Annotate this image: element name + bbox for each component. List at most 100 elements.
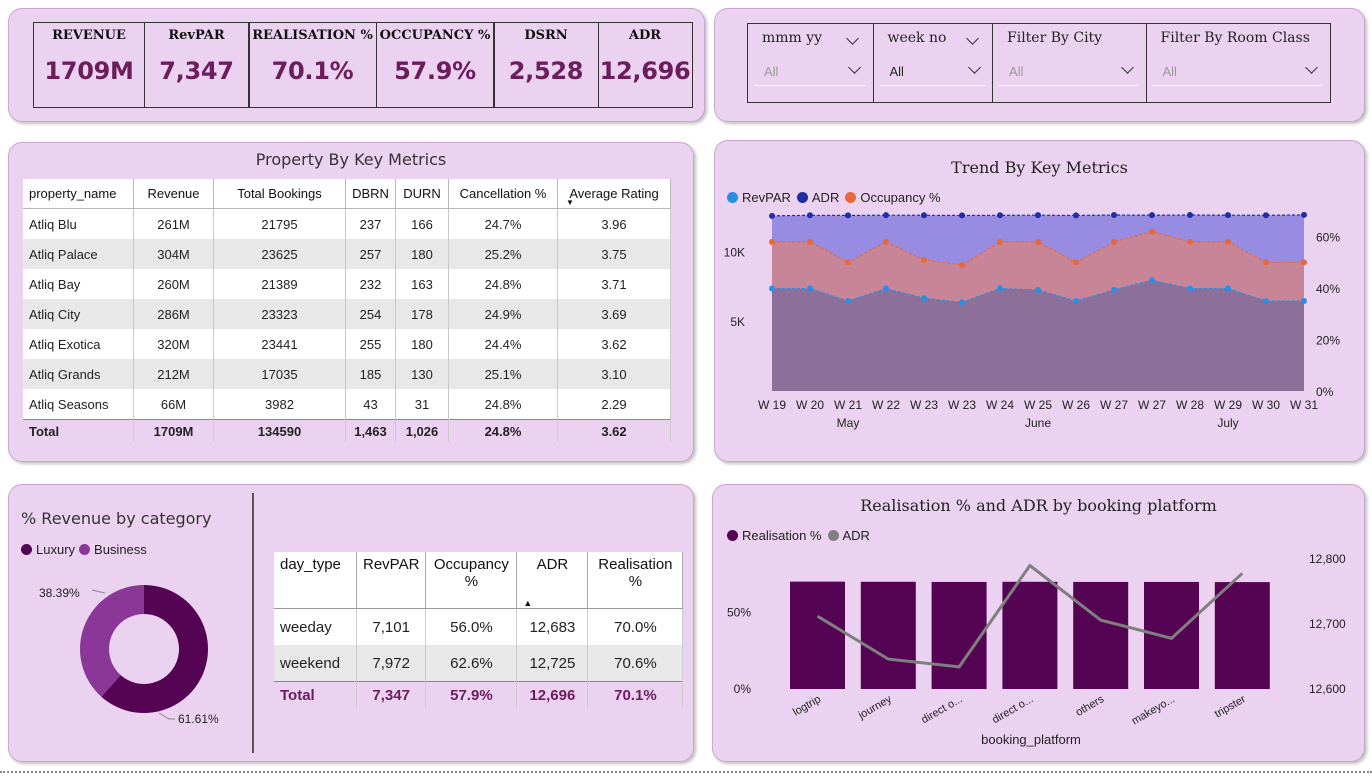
table-row[interactable]: Atliq Blu 261M 21795 237 166 24.7% 3.96 xyxy=(23,208,671,239)
table-cell: weeday xyxy=(274,608,357,645)
kpi-dsrn-card: DSRN 2,528 xyxy=(493,22,599,108)
column-header[interactable]: Revenue xyxy=(133,179,214,209)
data-point xyxy=(1301,298,1307,304)
filter-month-select[interactable]: All xyxy=(754,56,865,86)
table-row[interactable]: Atliq Bay 260M 21389 232 163 24.8% 3.71 xyxy=(23,269,671,299)
filter-week-select[interactable]: All xyxy=(879,56,985,86)
x-tick-label: direct o... xyxy=(990,693,1035,726)
chevron-down-icon[interactable] xyxy=(848,61,861,74)
x-tick-label: W 22 xyxy=(872,398,900,412)
filter-title: mmm yy xyxy=(762,30,823,46)
data-point xyxy=(1225,212,1231,219)
filter-row: mmm yy All week no All Filter By City Al… xyxy=(747,23,1331,103)
data-point xyxy=(997,285,1003,292)
x-tick-label: W 25 xyxy=(1024,398,1052,412)
chevron-down-icon[interactable] xyxy=(1121,61,1134,74)
column-header[interactable]: day_type xyxy=(274,552,357,609)
data-point xyxy=(845,298,851,304)
column-header[interactable]: Total Bookings xyxy=(213,179,346,209)
filter-room-class-select[interactable]: All xyxy=(1152,56,1322,86)
table-cell: Total xyxy=(23,419,134,442)
table-cell: 23625 xyxy=(213,239,346,269)
data-point xyxy=(1187,238,1193,245)
data-point xyxy=(1301,259,1307,266)
x-month-label: June xyxy=(1025,416,1051,430)
column-header[interactable]: Average Rating ▼ xyxy=(557,179,671,209)
table-cell: 237 xyxy=(345,208,396,239)
kpi-label: REALISATION % xyxy=(252,28,373,43)
data-point xyxy=(807,238,813,245)
bar-2 xyxy=(931,581,987,689)
table-cell: weekend xyxy=(274,645,357,682)
chevron-down-icon[interactable] xyxy=(1304,61,1318,74)
x-tick-label: W 28 xyxy=(1176,398,1204,412)
y2-tick-label: 12,600 xyxy=(1309,682,1346,696)
sort-asc-icon[interactable]: ▲ xyxy=(523,598,532,608)
table-cell: 70.1% xyxy=(587,681,684,708)
column-header[interactable]: property_name xyxy=(23,179,134,209)
filter-city-select[interactable]: All xyxy=(999,56,1138,86)
column-header[interactable]: Realisation % xyxy=(587,552,684,609)
kpi-label: REVENUE xyxy=(52,28,126,43)
table-cell: 3.10 xyxy=(557,359,671,389)
chevron-down-icon[interactable] xyxy=(846,32,859,45)
table-cell: 12,683 xyxy=(516,608,589,645)
data-point xyxy=(959,299,965,306)
table-cell: Atliq Palace xyxy=(23,239,134,269)
data-point xyxy=(997,212,1003,219)
x-tick-label: W 29 xyxy=(1214,398,1242,412)
bar-0 xyxy=(790,581,845,689)
table-cell: 24.8% xyxy=(448,419,558,442)
table-cell: 23441 xyxy=(213,329,346,359)
data-point xyxy=(921,256,927,263)
table-row[interactable]: Atliq Grands 212M 17035 185 130 25.1% 3.10 xyxy=(23,359,671,389)
table-cell: 21389 xyxy=(213,269,346,299)
column-header[interactable]: Occupancy % xyxy=(425,552,518,609)
category-title: % Revenue by category xyxy=(21,509,212,528)
filter-week[interactable]: week no All xyxy=(872,23,994,103)
data-point xyxy=(921,212,927,219)
chevron-down-icon[interactable] xyxy=(965,32,979,45)
data-point xyxy=(1035,212,1041,219)
y2-tick-label: 60% xyxy=(1316,231,1340,245)
data-point xyxy=(1263,212,1269,219)
table-cell: 1,026 xyxy=(395,419,449,442)
sort-desc-icon[interactable]: ▼ xyxy=(566,198,574,207)
table-row[interactable]: Atliq Palace 304M 23625 257 180 25.2% 3.75 xyxy=(23,239,671,269)
table-row[interactable]: Atliq City 286M 23323 254 178 24.9% 3.69 xyxy=(23,299,671,329)
leader-line xyxy=(91,589,106,594)
table-cell: 3982 xyxy=(213,389,346,420)
table-cell: 31 xyxy=(395,389,449,420)
data-point xyxy=(807,285,813,292)
table-row[interactable]: Atliq Seasons 66M 3982 43 31 24.8% 2.29 xyxy=(23,389,671,420)
chevron-down-icon[interactable] xyxy=(967,61,981,74)
column-header[interactable]: RevPAR xyxy=(356,552,427,609)
daytype-table: day_type RevPAR Occupancy % ADR ▲ Realis… xyxy=(274,552,684,708)
data-point xyxy=(1111,286,1117,293)
table-cell: 260M xyxy=(133,269,214,299)
kpi-value: 12,696 xyxy=(599,57,691,85)
vertical-divider xyxy=(252,493,254,753)
column-header[interactable]: Cancellation % xyxy=(448,179,558,209)
column-header[interactable]: DURN xyxy=(395,179,449,209)
table-row[interactable]: weeday 7,101 56.0% 12,683 70.0% xyxy=(274,608,684,645)
trend-chart: 10K 5K 60% 40% 20% 0% W 19 W 20 W 21 W 22 W 23 W 23… xyxy=(724,211,1340,430)
filter-month[interactable]: mmm yy All xyxy=(747,23,874,103)
column-header-label: ADR xyxy=(536,556,569,573)
table-cell: 25.1% xyxy=(448,359,558,389)
filter-city[interactable]: Filter By City All xyxy=(992,23,1147,103)
table-row[interactable]: weekend 7,972 62.6% 12,725 70.6% xyxy=(274,645,684,682)
column-header[interactable]: DBRN xyxy=(345,179,396,209)
filter-room-class[interactable]: Filter By Room Class All xyxy=(1145,23,1331,103)
kpi-label: DSRN xyxy=(524,28,568,43)
data-point xyxy=(1225,285,1231,292)
table-total-row: Total 7,347 57.9% 12,696 70.1% xyxy=(274,681,684,708)
category-panel: % Revenue by category Luxury Business 38… xyxy=(8,484,694,762)
column-header[interactable]: ADR ▲ xyxy=(516,552,589,609)
bottom-dotted-divider xyxy=(0,771,1372,773)
x-tick-label: W 19 xyxy=(758,398,786,412)
y2-tick-label: 12,700 xyxy=(1309,617,1346,631)
filter-value: All xyxy=(764,64,779,79)
data-point xyxy=(883,285,889,292)
table-row[interactable]: Atliq Exotica 320M 23441 255 180 24.4% 3.62 xyxy=(23,329,671,359)
